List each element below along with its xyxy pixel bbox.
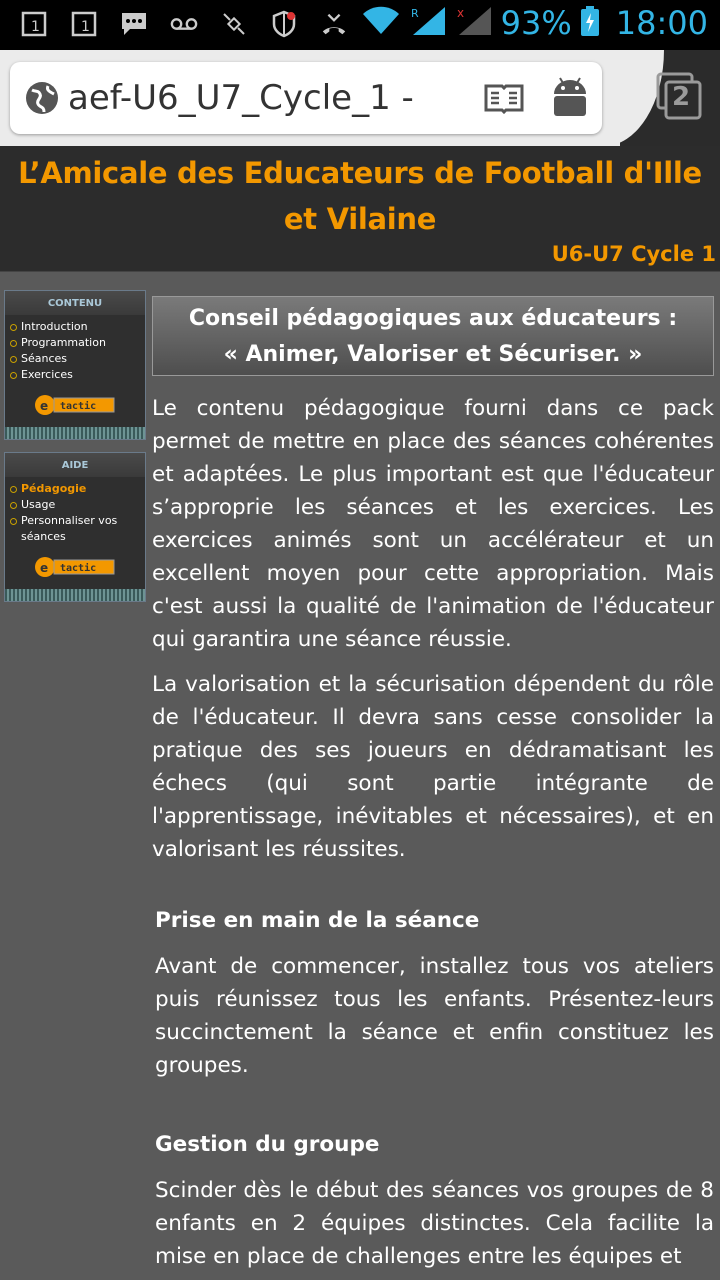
paragraph-intro: Le contenu pédagogique fourni dans ce pa…: [152, 396, 714, 652]
android-icon[interactable]: [550, 76, 590, 118]
clock: 18:00: [615, 4, 708, 42]
globe-icon: [24, 80, 60, 116]
banner-line-1: Conseil pédagogiques aux éducateurs :: [188, 306, 678, 331]
signal-icon: R: [409, 5, 447, 41]
main-content: Conseil pédagogiques aux éducateurs : « …: [152, 296, 714, 1273]
content-banner: Conseil pédagogiques aux éducateurs : « …: [152, 296, 714, 376]
site-subtitle: U6-U7 Cycle 1: [551, 242, 716, 266]
banner-line-2: « Animer, Valoriser et Sécuriser. »: [223, 342, 643, 367]
browser-toolbar: aef-U6_U7_Cycle_1 - 2: [0, 50, 720, 146]
sidebar-aide-heading: AIDE: [5, 453, 145, 477]
grass-decoration: [5, 427, 145, 439]
sidebar-item-programmation[interactable]: Programmation: [9, 335, 145, 351]
tactic-logo-2: e tactic: [5, 545, 145, 589]
paragraph-valorisation: La valorisation et la sécurisation dépen…: [152, 672, 714, 862]
svg-text:e: e: [40, 399, 48, 413]
svg-text:1: 1: [31, 19, 40, 35]
missed-call-icon: [320, 8, 348, 40]
tactic-logo-2-text: tactic: [60, 562, 96, 574]
reader-mode-icon[interactable]: [484, 82, 524, 115]
section-title-gestion-groupe: Gestion du groupe: [155, 1132, 380, 1157]
satellite-icon: [220, 8, 248, 40]
sim2-icon: 1: [70, 8, 98, 40]
site-header: L’Amicale des Educateurs de Football d'I…: [0, 146, 720, 272]
tactic-logo: e tactic: [5, 383, 145, 427]
sidebar-item-usage[interactable]: Usage: [9, 497, 145, 513]
sidebar-item-pedagogie[interactable]: Pédagogie: [9, 481, 145, 497]
voicemail-icon: [170, 8, 198, 40]
sidebar-item-personnaliser[interactable]: Personnaliser vos séances: [9, 513, 145, 545]
sidebar-item-exercices[interactable]: Exercices: [9, 367, 145, 383]
wifi-icon: [361, 6, 401, 40]
shield-icon: [270, 8, 298, 40]
svg-text:x: x: [457, 6, 464, 20]
sidebar-item-introduction[interactable]: Introduction: [9, 319, 145, 335]
sim1-icon: 1: [20, 8, 48, 40]
section-text-gestion-groupe: Scinder dès le début des séances vos gro…: [155, 1178, 714, 1269]
site-title: L’Amicale des Educateurs de Football d'I…: [18, 156, 702, 236]
section-text-prise-en-main: Avant de commencer, installez tous vos a…: [155, 954, 714, 1078]
svg-text:e: e: [40, 561, 48, 575]
tab-count[interactable]: 2: [672, 82, 690, 112]
message-icon: [120, 8, 148, 40]
svg-text:R: R: [411, 7, 419, 20]
svg-text:1: 1: [81, 19, 90, 35]
section-title-prise-en-main: Prise en main de la séance: [155, 908, 480, 933]
sidebar-contenu-heading: CONTENU: [5, 291, 145, 315]
signal-2-icon: x: [455, 5, 493, 41]
sidebar: CONTENU Introduction Programmation Séanc…: [4, 290, 146, 614]
web-page: L’Amicale des Educateurs de Football d'I…: [0, 146, 720, 1280]
sidebar-item-seances[interactable]: Séances: [9, 351, 145, 367]
tactic-logo-text: tactic: [60, 400, 96, 412]
battery-percent: 93%: [500, 4, 572, 42]
page-title-text: aef-U6_U7_Cycle_1 -: [68, 78, 414, 118]
url-bar[interactable]: aef-U6_U7_Cycle_1 -: [10, 62, 602, 134]
sidebar-aide: AIDE Pédagogie Usage Personnaliser vos s…: [4, 452, 146, 602]
grass-decoration-2: [5, 589, 145, 601]
status-bar: 1 1 R x 93% 18:00: [0, 0, 720, 50]
battery-charging-icon: [580, 5, 600, 41]
sidebar-contenu: CONTENU Introduction Programmation Séanc…: [4, 290, 146, 440]
